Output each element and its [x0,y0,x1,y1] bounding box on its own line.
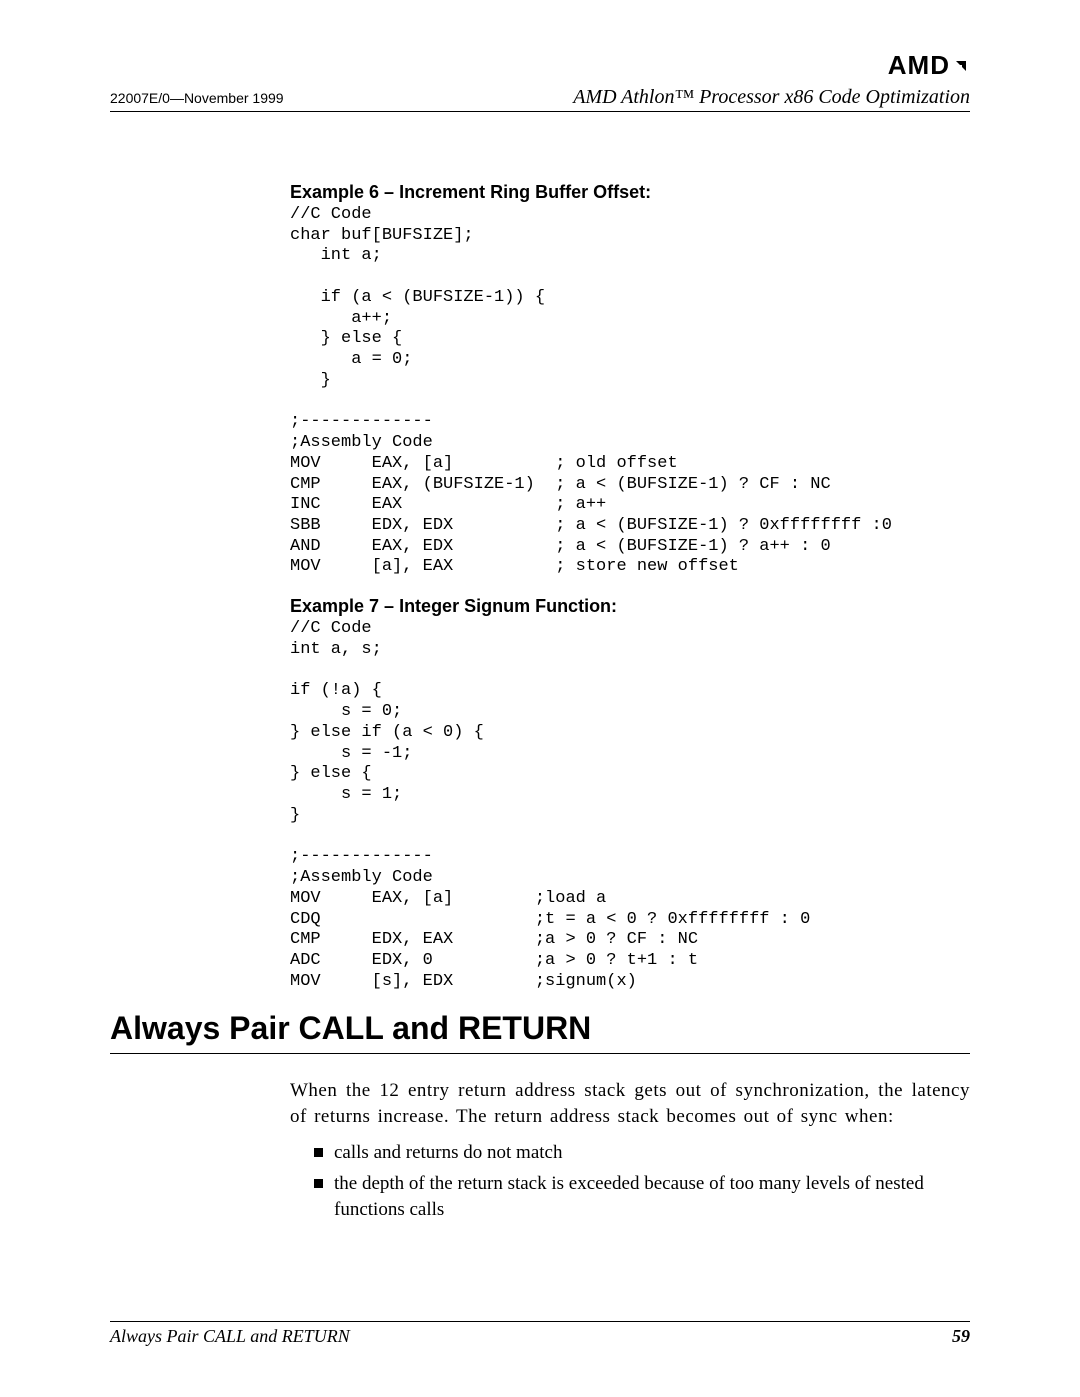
document-title: AMD Athlon™ Processor x86 Code Optimizat… [573,86,970,109]
example-6-code: //C Code char buf[BUFSIZE]; int a; if (a… [290,205,970,578]
example-7-code: //C Code int a, s; if (!a) { s = 0; } el… [290,619,970,992]
list-item: calls and returns do not match [314,1140,970,1166]
page-footer: Always Pair CALL and RETURN 59 [110,1321,970,1347]
document-id: 22007E/0—November 1999 [110,90,284,106]
list-item: the depth of the return stack is exceede… [314,1171,970,1222]
page: AMD 22007E/0—November 1999 AMD Athlon™ P… [0,0,1080,1397]
bullet-text: the depth of the return stack is exceede… [334,1173,924,1220]
bullet-text: calls and returns do not match [334,1142,562,1163]
brand-logo: AMD [888,50,970,82]
footer-section-title: Always Pair CALL and RETURN [110,1326,350,1347]
example-6-heading: Example 6 – Increment Ring Buffer Offset… [290,182,970,203]
section-heading: Always Pair CALL and RETURN [110,1010,970,1054]
logo-arrow-icon [952,51,970,82]
main-content: Example 6 – Increment Ring Buffer Offset… [290,182,970,992]
section-paragraph: When the 12 entry return address stack g… [290,1078,970,1129]
page-number: 59 [952,1326,970,1347]
bullet-list: calls and returns do not match the depth… [290,1140,970,1223]
logo-text: AMD [888,50,950,80]
example-7-heading: Example 7 – Integer Signum Function: [290,596,970,617]
header-bar: 22007E/0—November 1999 AMD Athlon™ Proce… [110,86,970,112]
